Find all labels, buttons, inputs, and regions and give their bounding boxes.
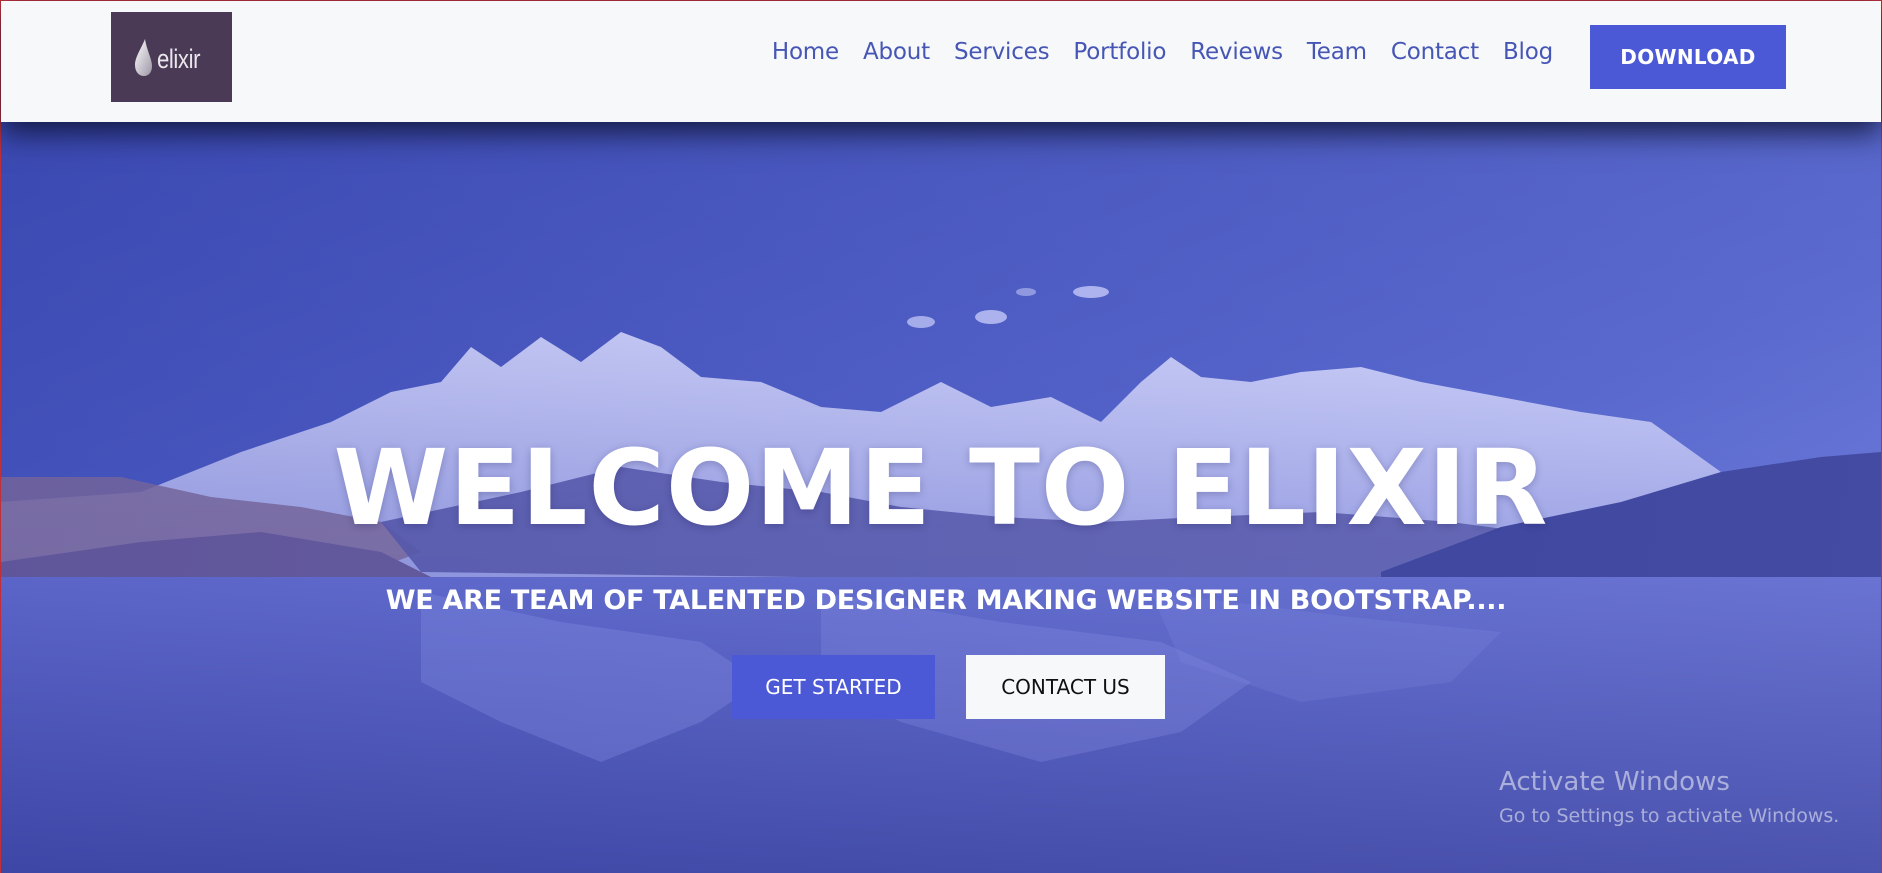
nav-link-about[interactable]: About <box>863 39 930 65</box>
navbar: elixir Home About Services Portfolio Rev… <box>1 1 1881 122</box>
contact-us-button[interactable]: CONTACT US <box>966 655 1165 719</box>
hero-title: WELCOME TO ELIXIR <box>333 427 1549 549</box>
hero-subtitle: WE ARE TEAM OF TALENTED DESIGNER MAKING … <box>385 585 1507 616</box>
nav-link-contact[interactable]: Contact <box>1391 39 1479 65</box>
watermark-title: Activate Windows <box>1499 767 1730 797</box>
nav-link-home[interactable]: Home <box>772 39 839 65</box>
nav-link-blog[interactable]: Blog <box>1503 39 1553 65</box>
nav-link-reviews[interactable]: Reviews <box>1190 39 1283 65</box>
get-started-button[interactable]: GET STARTED <box>732 655 935 719</box>
water-drop-icon <box>135 39 153 76</box>
hero-cta-group: GET STARTED CONTACT US <box>732 655 1165 719</box>
main-nav: Home About Services Portfolio Reviews Te… <box>772 39 1553 65</box>
download-button[interactable]: DOWNLOAD <box>1590 25 1786 89</box>
nav-link-portfolio[interactable]: Portfolio <box>1073 39 1166 65</box>
nav-link-team[interactable]: Team <box>1307 39 1367 65</box>
brand-name: elixir <box>157 43 201 74</box>
brand-logo[interactable]: elixir <box>111 12 232 102</box>
watermark-subtitle: Go to Settings to activate Windows. <box>1499 805 1840 827</box>
windows-activation-watermark: Activate Windows Go to Settings to activ… <box>1499 767 1839 827</box>
hero-section: WELCOME TO ELIXIR WE ARE TEAM OF TALENTE… <box>1 122 1881 873</box>
nav-link-services[interactable]: Services <box>954 39 1050 65</box>
